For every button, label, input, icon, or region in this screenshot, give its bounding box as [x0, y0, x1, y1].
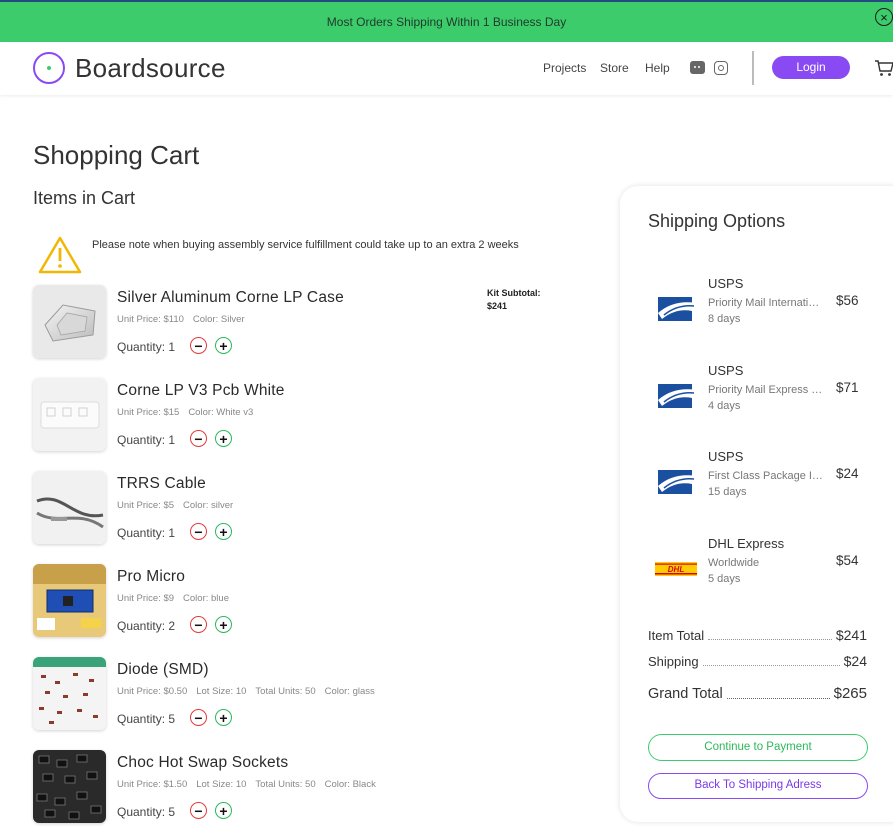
cart-item: Pro Micro Unit Price: $9 Color: blue Quan… [33, 564, 573, 638]
header-divider [752, 51, 754, 85]
shipping-total-label: Shipping [648, 654, 699, 669]
cart-item: TRRS Cable Unit Price: $5 Color: silver Q… [33, 471, 573, 545]
item-quantity: Quantity: 5 [117, 805, 176, 819]
item-name: Diode (SMD) [117, 661, 209, 678]
close-icon[interactable]: × [875, 8, 893, 26]
increase-quantity-button[interactable]: + [215, 523, 232, 540]
shipping-title: Shipping Options [648, 211, 786, 231]
item-name: Choc Hot Swap Sockets [117, 754, 289, 771]
usps-logo-icon [658, 297, 696, 321]
cart-item: Corne LP V3 Pcb White Unit Price: $15 Col… [33, 378, 573, 452]
assembly-notice: Please note when buying assembly service… [92, 239, 519, 251]
shipping-price: $24 [836, 466, 859, 481]
item-image [33, 285, 106, 358]
shipping-days: 15 days [708, 486, 747, 498]
item-quantity: Quantity: 1 [117, 340, 176, 354]
items-title: Items in Cart [33, 188, 136, 208]
increase-quantity-button[interactable]: + [215, 616, 232, 633]
svg-text:DHL: DHL [668, 565, 685, 574]
login-button[interactable]: Login [772, 56, 850, 79]
item-quantity: Quantity: 2 [117, 619, 176, 633]
nav-store[interactable]: Store [600, 61, 629, 75]
shipping-service: First Class Package International [708, 470, 823, 482]
increase-quantity-button[interactable]: + [215, 709, 232, 726]
decrease-quantity-button[interactable]: − [190, 337, 207, 354]
usps-logo-icon [658, 384, 696, 408]
item-meta: Unit Price: $15 Color: White v3 [117, 407, 254, 418]
item-total-value: $241 [835, 627, 867, 643]
discord-icon[interactable] [690, 61, 705, 74]
item-name: TRRS Cable [117, 475, 206, 492]
item-total-label: Item Total [648, 628, 705, 643]
item-quantity: Quantity: 5 [117, 712, 176, 726]
item-image [33, 471, 106, 544]
shipping-option[interactable]: USPS Priority Mail International 8 days … [648, 276, 868, 336]
grand-total-value: $265 [833, 685, 867, 702]
item-meta: Unit Price: $0.50 Lot Size: 10 Total Units… [117, 686, 375, 697]
grand-total-label: Grand Total [648, 686, 723, 702]
decrease-quantity-button[interactable]: − [190, 430, 207, 447]
item-image [33, 564, 106, 637]
shipping-carrier: USPS [708, 276, 744, 291]
item-image [33, 750, 106, 823]
logo-icon[interactable] [33, 52, 65, 84]
brand-name[interactable]: Boardsource [75, 53, 226, 84]
decrease-quantity-button[interactable]: − [190, 802, 207, 819]
shipping-days: 4 days [708, 400, 741, 412]
promo-banner: Most Orders Shipping Within 1 Business D… [0, 0, 893, 42]
site-header: Boardsource Projects Store Help Login [0, 42, 893, 95]
continue-to-payment-button[interactable]: Continue to Payment [648, 734, 868, 761]
item-image [33, 657, 106, 730]
decrease-quantity-button[interactable]: − [190, 523, 207, 540]
shipping-total-row: Shipping $24 [648, 653, 867, 669]
item-meta: Unit Price: $110 Color: Silver [117, 314, 245, 325]
shipping-days: 8 days [708, 313, 741, 325]
cart-icon[interactable] [875, 59, 893, 77]
shipping-carrier: USPS [708, 363, 744, 378]
shipping-carrier: DHL Express [708, 536, 785, 551]
shipping-service: Priority Mail Express International [708, 384, 823, 396]
shipping-price: $71 [836, 380, 859, 395]
shipping-price: $56 [836, 293, 859, 308]
grand-total-row: Grand Total $265 [648, 685, 867, 702]
shipping-price: $54 [836, 553, 859, 568]
item-name: Silver Aluminum Corne LP Case [117, 289, 344, 306]
shipping-service: Priority Mail International [708, 297, 823, 309]
promo-text: Most Orders Shipping Within 1 Business D… [326, 15, 567, 29]
shipping-service: Worldwide [708, 557, 760, 569]
shipping-total-value: $24 [843, 653, 867, 669]
shipping-option[interactable]: DHL DHL Express Worldwide 5 days $54 [648, 536, 868, 596]
item-meta: Unit Price: $9 Color: blue [117, 593, 229, 604]
increase-quantity-button[interactable]: + [215, 337, 232, 354]
cart-item: Silver Aluminum Corne LP Case Unit Price… [33, 285, 573, 359]
item-total-row: Item Total $241 [648, 627, 867, 643]
item-quantity: Quantity: 1 [117, 526, 176, 540]
item-image [33, 378, 106, 451]
back-to-shipping-button[interactable]: Back To Shipping Adress [648, 773, 868, 799]
item-name: Corne LP V3 Pcb White [117, 382, 285, 399]
shipping-option[interactable]: USPS Priority Mail Express International… [648, 363, 868, 423]
warning-icon [38, 236, 82, 274]
cart-item: Diode (SMD) Unit Price: $0.50 Lot Size: 1… [33, 657, 573, 731]
nav-help[interactable]: Help [645, 61, 670, 75]
nav-projects[interactable]: Projects [543, 61, 586, 75]
decrease-quantity-button[interactable]: − [190, 616, 207, 633]
page-title: Shopping Cart [33, 140, 200, 170]
item-meta: Unit Price: $5 Color: silver [117, 500, 234, 511]
shipping-carrier: USPS [708, 449, 744, 464]
increase-quantity-button[interactable]: + [215, 430, 232, 447]
cart-item: Choc Hot Swap Sockets Unit Price: $1.50 L… [33, 750, 573, 824]
dhl-logo-icon: DHL [655, 562, 697, 576]
item-meta: Unit Price: $1.50 Lot Size: 10 Total Units… [117, 779, 376, 790]
shipping-option[interactable]: USPS First Class Package International 1… [648, 449, 868, 509]
shipping-days: 5 days [708, 573, 741, 585]
increase-quantity-button[interactable]: + [215, 802, 232, 819]
item-quantity: Quantity: 1 [117, 433, 176, 447]
item-name: Pro Micro [117, 568, 186, 585]
instagram-icon[interactable] [714, 61, 728, 75]
decrease-quantity-button[interactable]: − [190, 709, 207, 726]
usps-logo-icon [658, 470, 696, 494]
